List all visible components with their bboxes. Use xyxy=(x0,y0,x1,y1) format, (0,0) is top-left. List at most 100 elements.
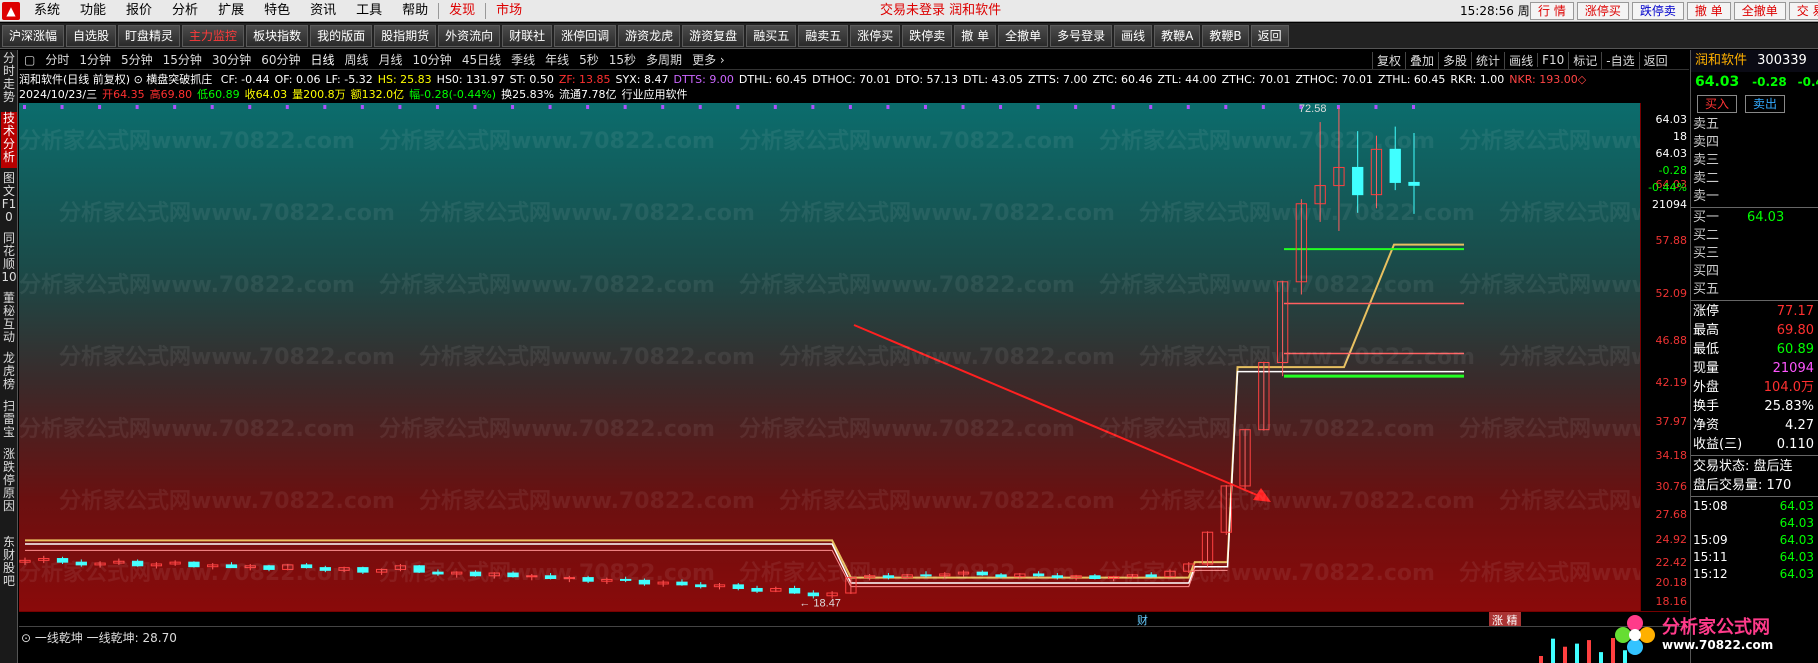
toolbar-button[interactable]: 返回 xyxy=(1250,24,1289,47)
toolbar-button[interactable]: 融卖五 xyxy=(798,24,849,47)
y-tick-label: 52.09 xyxy=(1655,286,1688,300)
menu-news[interactable]: 资讯 xyxy=(300,0,346,22)
toolbar-button[interactable]: 多号登录 xyxy=(1050,24,1113,47)
toolbar-button[interactable]: 股指期货 xyxy=(374,24,437,47)
menu-extend[interactable]: 扩展 xyxy=(208,0,254,22)
tab-technical[interactable]: 技术分析 xyxy=(1,112,17,168)
menu-help[interactable]: 帮助 xyxy=(392,0,438,22)
menu-feature[interactable]: 特色 xyxy=(254,0,300,22)
toolbar-button[interactable]: 撤 单 xyxy=(954,24,997,47)
price-axis: 64.03 57.88 52.09 46.88 42.19 37.97 34.18 30.76… xyxy=(1640,103,1690,611)
period-item[interactable]: 分时 xyxy=(40,51,74,68)
period-item[interactable]: 5分钟 xyxy=(116,51,158,68)
toolbar-button[interactable]: 教鞭B xyxy=(1202,24,1249,47)
menu-market[interactable]: 市场 xyxy=(486,0,532,22)
period-item[interactable]: 60分钟 xyxy=(256,51,305,68)
toolbar-button[interactable]: 游资复盘 xyxy=(682,24,745,47)
period-item-selected[interactable]: 日线 xyxy=(305,51,339,68)
tool-draw[interactable]: 画线 xyxy=(1504,51,1537,69)
limit-up-buy-button[interactable]: 涨停买 xyxy=(1576,2,1629,20)
period-item[interactable]: 45日线 xyxy=(457,51,506,68)
menu-analysis[interactable]: 分析 xyxy=(162,0,208,22)
tool-multi[interactable]: 多股 xyxy=(1438,51,1471,69)
period-item[interactable]: 15秒 xyxy=(604,51,641,68)
tab-secretary[interactable]: 董秘互动 xyxy=(1,292,17,348)
stat-label: 换手 xyxy=(1693,399,1720,414)
tool-watchlist[interactable]: -自选 xyxy=(1601,51,1638,69)
cancel-all-button[interactable]: 全撤单 xyxy=(1733,2,1786,20)
period-more[interactable]: 更多 › xyxy=(687,51,730,68)
tab-minesweeper[interactable]: 扫雷宝 xyxy=(1,400,17,444)
toolbar-button[interactable]: 外资流向 xyxy=(438,24,501,47)
menu-system[interactable]: 系统 xyxy=(24,0,70,22)
toolbar-button[interactable]: 涨停回调 xyxy=(554,24,617,47)
menu-quote[interactable]: 报价 xyxy=(116,0,162,22)
period-item[interactable]: 30分钟 xyxy=(207,51,256,68)
toolbar-button[interactable]: 融买五 xyxy=(746,24,797,47)
tab-intraday[interactable]: 分时走势 xyxy=(1,52,17,108)
indicator-value-18: ZTHL: 60.45 xyxy=(1378,73,1446,86)
stat-row: 收益(三) 0.110 xyxy=(1691,435,1818,454)
candle-body xyxy=(544,575,557,579)
tab-f10[interactable]: 图文F10 xyxy=(1,172,17,228)
chart-title: 润和软件(日线 前复权) ⊙ 横盘突破抓庄 xyxy=(19,73,213,86)
stat-label: 最低 xyxy=(1693,342,1720,357)
sell-button[interactable]: 卖出 xyxy=(1745,95,1785,113)
stat-value: 104.0万 xyxy=(1763,380,1814,395)
ohlc-value-5: 量200.8万 xyxy=(292,88,346,101)
period-item[interactable]: 15分钟 xyxy=(158,51,207,68)
period-item[interactable]: 周线 xyxy=(340,51,374,68)
tool-back[interactable]: 返回 xyxy=(1638,51,1672,69)
tab-dragon-tiger[interactable]: 龙虎榜 xyxy=(1,352,17,396)
tab-ths10[interactable]: 同花顺10 xyxy=(1,232,17,288)
toolbar-button[interactable]: 教鞭A xyxy=(1154,24,1201,47)
toolbar-button[interactable]: 盯盘精灵 xyxy=(118,24,181,47)
period-item[interactable]: 5秒 xyxy=(574,51,604,68)
toolbar-button[interactable]: 财联社 xyxy=(502,24,553,47)
period-menu-icon[interactable]: ▢ xyxy=(19,53,40,67)
period-item[interactable]: 10分钟 xyxy=(408,51,457,68)
toolbar-button[interactable]: 沪深涨幅 xyxy=(2,24,65,47)
toolbar-button[interactable]: 游资龙虎 xyxy=(618,24,681,47)
cancel-order-button[interactable]: 撤 单 xyxy=(1686,2,1731,20)
period-item[interactable]: 季线 xyxy=(506,51,540,68)
quote-button[interactable]: 行 情 xyxy=(1530,2,1574,20)
y-tick-label: 20.18 xyxy=(1655,576,1688,590)
tab-forum[interactable]: 东财股吧 xyxy=(1,536,17,592)
tool-overlay[interactable]: 叠加 xyxy=(1405,51,1438,69)
top-marker xyxy=(398,105,402,109)
menu-discover[interactable]: 发现 xyxy=(439,0,485,22)
toolbar-button[interactable]: 涨停买 xyxy=(850,24,901,47)
menu-function[interactable]: 功能 xyxy=(70,0,116,22)
top-marker xyxy=(923,105,927,109)
kline-chart[interactable]: 72.58 ← 18.47 xyxy=(19,103,1640,611)
period-item[interactable]: 多周期 xyxy=(641,51,687,68)
toolbar-button[interactable]: 自选股 xyxy=(66,24,117,47)
toolbar-button[interactable]: 跌停卖 xyxy=(902,24,953,47)
last-price: 64.03 xyxy=(1695,74,1740,90)
period-item[interactable]: 年线 xyxy=(540,51,574,68)
period-item[interactable]: 1分钟 xyxy=(74,51,116,68)
tool-stats[interactable]: 统计 xyxy=(1471,51,1504,69)
candle-body xyxy=(563,577,575,580)
menu-tools[interactable]: 工具 xyxy=(346,0,392,22)
trade-button[interactable]: 交 易 xyxy=(1788,2,1818,20)
indicator-value-3: HS: 25.83 xyxy=(377,73,432,86)
limit-down-sell-button[interactable]: 跌停卖 xyxy=(1631,2,1684,20)
tool-mark[interactable]: 标记 xyxy=(1568,51,1601,69)
tool-adjust[interactable]: 复权 xyxy=(1372,51,1405,69)
period-item[interactable]: 月线 xyxy=(374,51,408,68)
stat-row: 最高 69.80 xyxy=(1691,321,1818,340)
toolbar-button[interactable]: 我的版面 xyxy=(310,24,373,47)
toolbar-button[interactable]: 板块指数 xyxy=(246,24,309,47)
toolbar-button[interactable]: 画线 xyxy=(1114,24,1153,47)
tool-f10[interactable]: F10 xyxy=(1537,53,1568,67)
divider xyxy=(1691,207,1818,208)
top-marker xyxy=(1074,105,1078,109)
tab-limit-reason[interactable]: 涨跌停原因 xyxy=(1,448,17,532)
divider xyxy=(1691,455,1818,456)
toolbar-button-active[interactable]: 主力监控 xyxy=(182,24,245,47)
buy-button[interactable]: 买入 xyxy=(1697,95,1737,113)
stock-code: 300339 xyxy=(1757,53,1807,68)
toolbar-button[interactable]: 全撤单 xyxy=(998,24,1049,47)
